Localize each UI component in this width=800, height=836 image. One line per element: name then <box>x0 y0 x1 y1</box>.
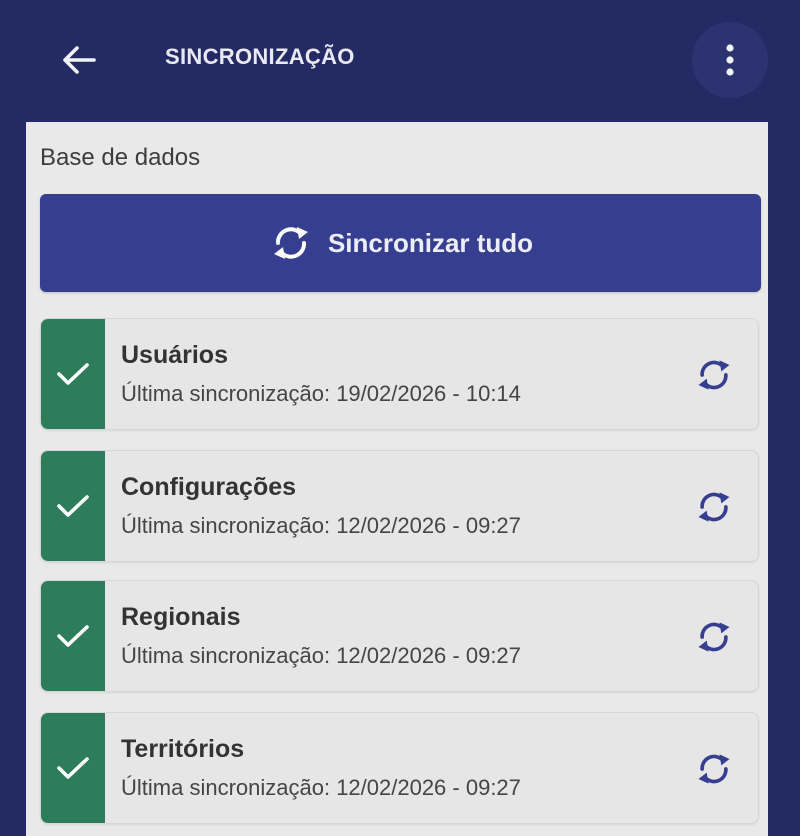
sync-all-label: Sincronizar tudo <box>327 227 534 258</box>
sync-icon <box>698 622 730 652</box>
check-icon <box>57 495 89 517</box>
sync-screen: SINCRONIZAÇÃO Base de dados Sincronizar … <box>0 0 800 836</box>
item-sync-button[interactable] <box>688 349 740 401</box>
sync-item-configuracoes: Configurações Última sincronização: 12/0… <box>40 450 759 562</box>
item-last-sync: Última sincronização: 19/02/2026 - 10:14 <box>121 381 521 406</box>
more-options-button[interactable] <box>692 22 768 98</box>
item-sync-button[interactable] <box>688 611 740 663</box>
sync-item-regionais: Regionais Última sincronização: 12/02/20… <box>40 580 759 692</box>
status-indicator <box>41 581 105 691</box>
item-last-sync: Última sincronização: 12/02/2026 - 09:27 <box>121 775 521 800</box>
arrow-left-icon <box>63 46 96 74</box>
sync-icon <box>273 227 308 259</box>
sync-all-button[interactable]: Sincronizar tudo <box>40 194 761 292</box>
item-name: Configurações <box>121 473 297 501</box>
back-button[interactable] <box>52 36 106 84</box>
sync-icon <box>698 492 730 522</box>
check-icon <box>57 625 89 647</box>
sync-item-territorios: Territórios Última sincronização: 12/02/… <box>40 712 759 824</box>
more-vertical-icon <box>726 44 734 76</box>
item-last-sync: Última sincronização: 12/02/2026 - 09:27 <box>121 513 521 538</box>
item-sync-button[interactable] <box>688 481 740 533</box>
sync-item-usuarios: Usuários Última sincronização: 19/02/202… <box>40 318 759 430</box>
status-indicator <box>41 451 105 561</box>
check-icon <box>57 757 89 779</box>
status-indicator <box>41 319 105 429</box>
page-title: SINCRONIZAÇÃO <box>165 44 355 69</box>
check-icon <box>57 363 89 385</box>
item-name: Territórios <box>121 735 245 763</box>
sync-icon <box>698 754 730 784</box>
item-last-sync: Última sincronização: 12/02/2026 - 09:27 <box>121 643 521 668</box>
item-name: Usuários <box>121 341 228 369</box>
database-panel: Base de dados Sincronizar tudo Usuários … <box>26 122 768 836</box>
status-indicator <box>41 713 105 823</box>
item-name: Regionais <box>121 603 241 631</box>
sync-icon <box>698 360 730 390</box>
section-title: Base de dados <box>40 144 201 171</box>
app-header: SINCRONIZAÇÃO <box>0 0 800 122</box>
item-sync-button[interactable] <box>688 743 740 795</box>
